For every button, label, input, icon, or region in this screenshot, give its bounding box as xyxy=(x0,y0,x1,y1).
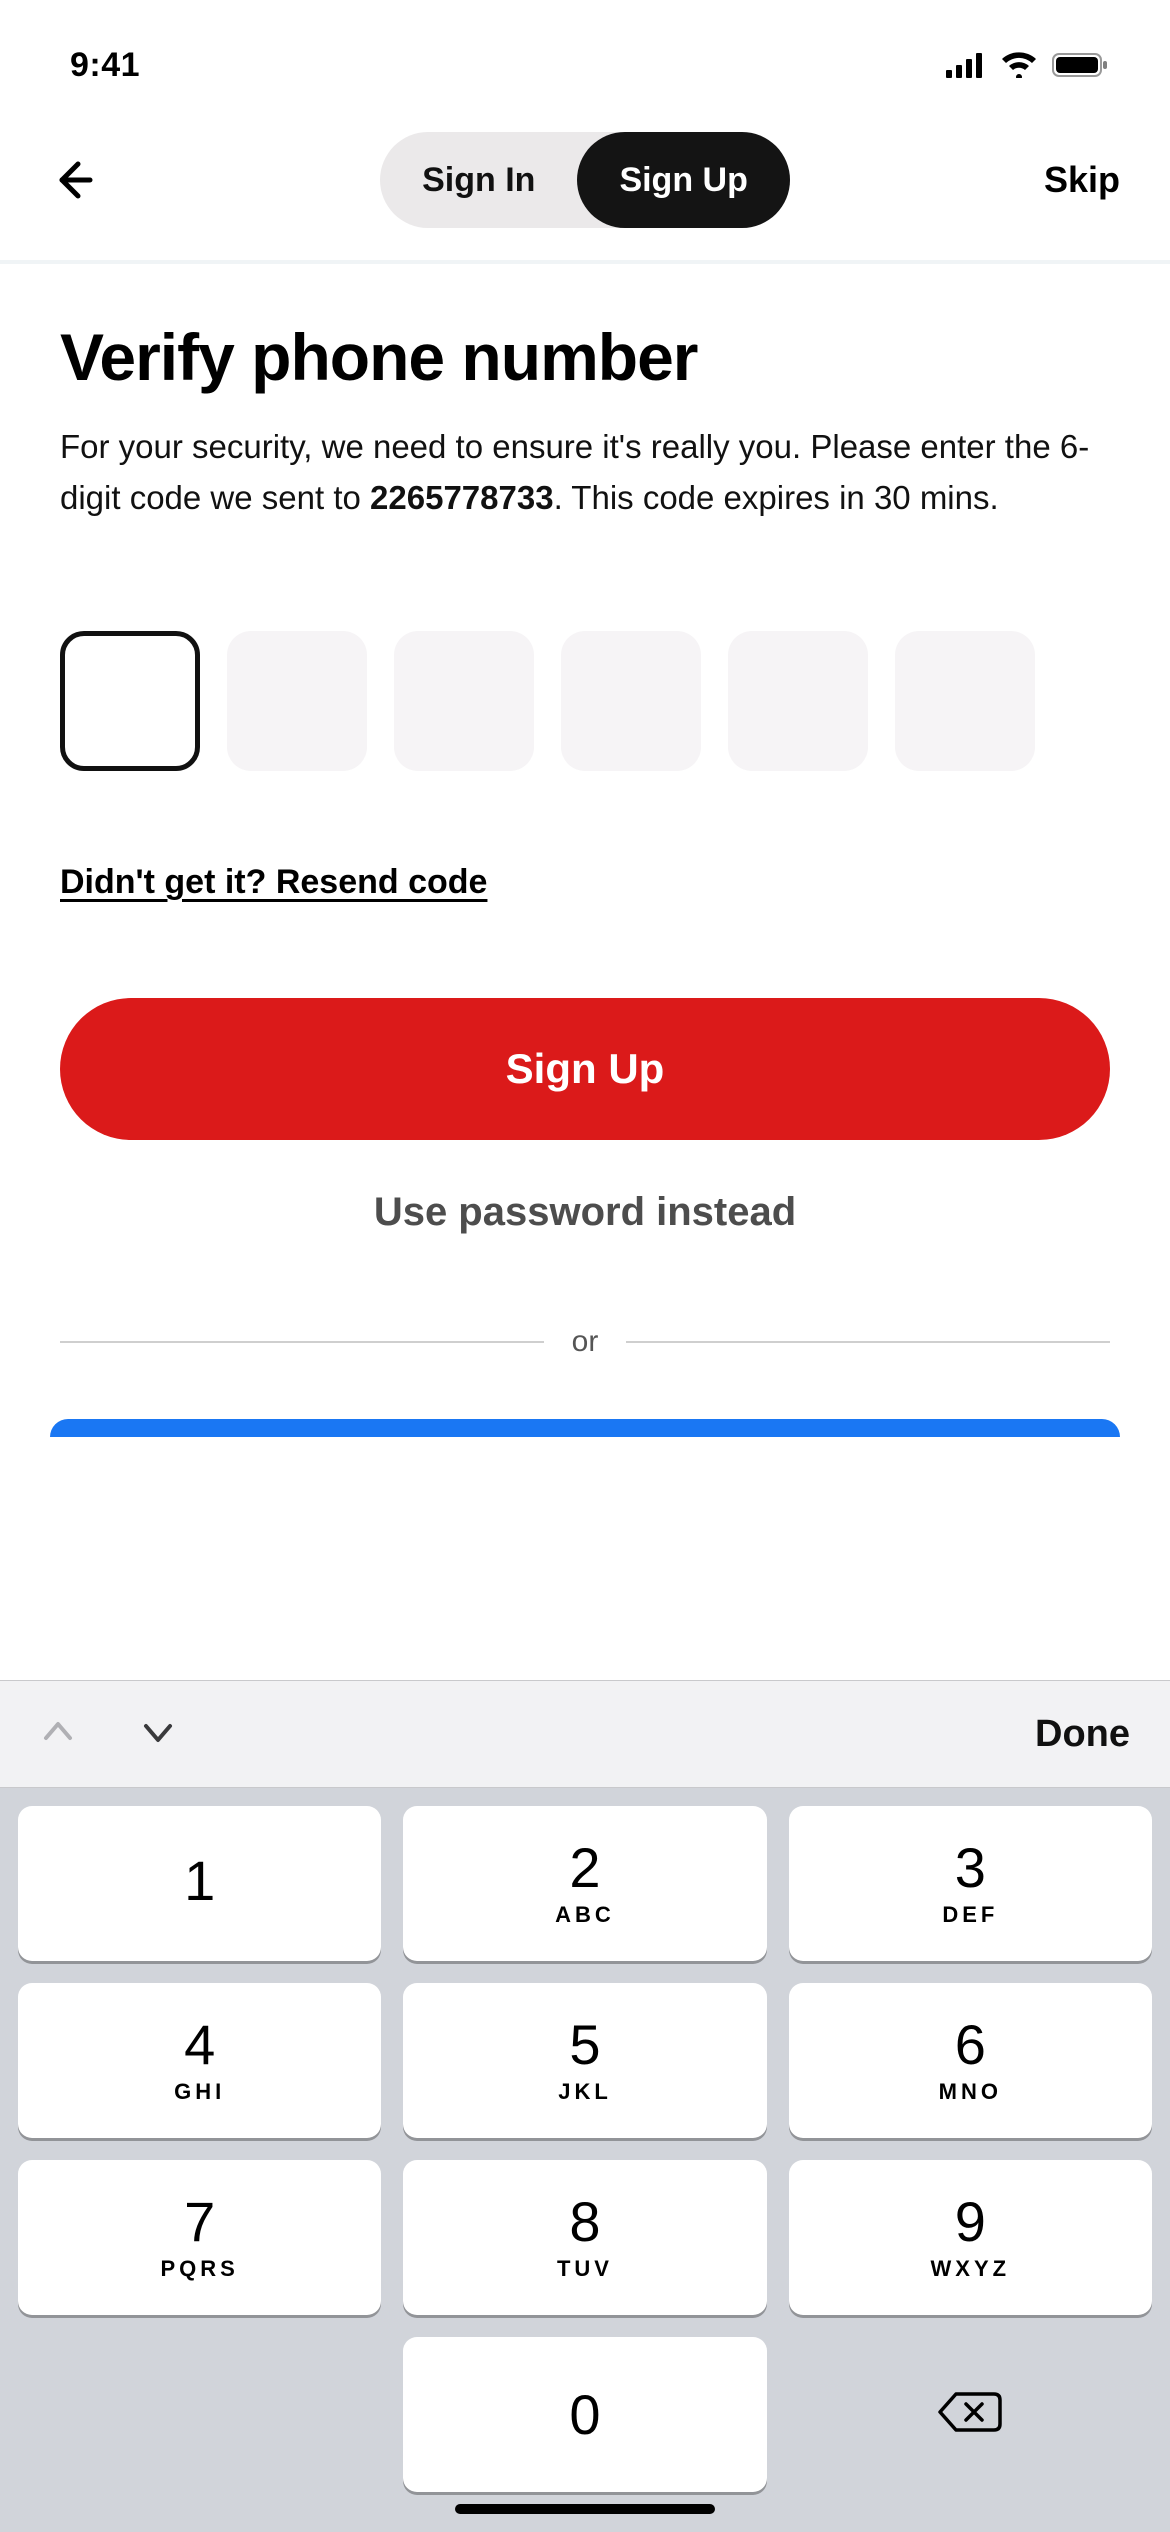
or-label: or xyxy=(572,1325,599,1359)
resend-link[interactable]: Didn't get it? Resend code xyxy=(60,863,1110,902)
subtext-suffix: . This code expires in 30 mins. xyxy=(554,479,999,516)
nav-bar: Sign In Sign Up Skip xyxy=(0,130,1170,260)
key-9[interactable]: 9WXYZ xyxy=(789,2160,1152,2315)
keyboard-next-icon[interactable] xyxy=(140,1714,176,1755)
key-3[interactable]: 3DEF xyxy=(789,1806,1152,1961)
skip-button[interactable]: Skip xyxy=(1044,159,1120,201)
key-4[interactable]: 4GHI xyxy=(18,1983,381,2138)
wifi-icon xyxy=(1000,52,1038,78)
key-0[interactable]: 0 xyxy=(403,2337,766,2492)
battery-icon xyxy=(1052,52,1110,78)
keyboard-prev-icon[interactable] xyxy=(40,1714,76,1755)
key-5[interactable]: 5JKL xyxy=(403,1983,766,2138)
key-8[interactable]: 8TUV xyxy=(403,2160,766,2315)
code-input-6[interactable] xyxy=(895,631,1035,771)
code-input-5[interactable] xyxy=(728,631,868,771)
page-subtext: For your security, we need to ensure it'… xyxy=(60,421,1110,523)
keypad: 1 2ABC 3DEF 4GHI 5JKL 6MNO 7PQRS 8TUV 9W… xyxy=(0,1788,1170,2532)
key-1[interactable]: 1 xyxy=(18,1806,381,1961)
divider-line-right xyxy=(626,1341,1110,1343)
cellular-icon xyxy=(946,52,986,78)
status-indicators xyxy=(946,52,1110,78)
keyboard-accessory: Done xyxy=(0,1680,1170,1788)
keyboard: Done 1 2ABC 3DEF 4GHI 5JKL 6MNO 7PQRS 8T… xyxy=(0,1680,1170,2532)
code-input-1[interactable] xyxy=(60,631,200,771)
code-inputs xyxy=(60,631,1110,771)
facebook-button-peek[interactable] xyxy=(50,1419,1120,1437)
key-6[interactable]: 6MNO xyxy=(789,1983,1152,2138)
key-7[interactable]: 7PQRS xyxy=(18,2160,381,2315)
main-content: Verify phone number For your security, w… xyxy=(0,264,1170,1359)
auth-tabs: Sign In Sign Up xyxy=(380,132,790,228)
key-2[interactable]: 2ABC xyxy=(403,1806,766,1961)
use-password-link[interactable]: Use password instead xyxy=(60,1190,1110,1235)
tab-signup[interactable]: Sign Up xyxy=(577,132,789,228)
key-blank xyxy=(18,2337,381,2492)
code-input-3[interactable] xyxy=(394,631,534,771)
subtext-phone: 2265778733 xyxy=(370,479,554,516)
code-input-2[interactable] xyxy=(227,631,367,771)
status-time: 9:41 xyxy=(70,46,140,85)
key-backspace[interactable] xyxy=(789,2337,1152,2492)
keyboard-done-button[interactable]: Done xyxy=(1035,1713,1130,1756)
code-input-4[interactable] xyxy=(561,631,701,771)
or-divider: or xyxy=(60,1325,1110,1359)
tab-signin[interactable]: Sign In xyxy=(380,132,577,228)
signup-button[interactable]: Sign Up xyxy=(60,998,1110,1140)
backspace-icon xyxy=(936,2390,1004,2439)
page-title: Verify phone number xyxy=(60,319,1110,395)
divider-line-left xyxy=(60,1341,544,1343)
back-arrow-icon[interactable] xyxy=(50,156,98,204)
home-indicator[interactable] xyxy=(455,2504,715,2514)
status-bar: 9:41 xyxy=(0,0,1170,130)
